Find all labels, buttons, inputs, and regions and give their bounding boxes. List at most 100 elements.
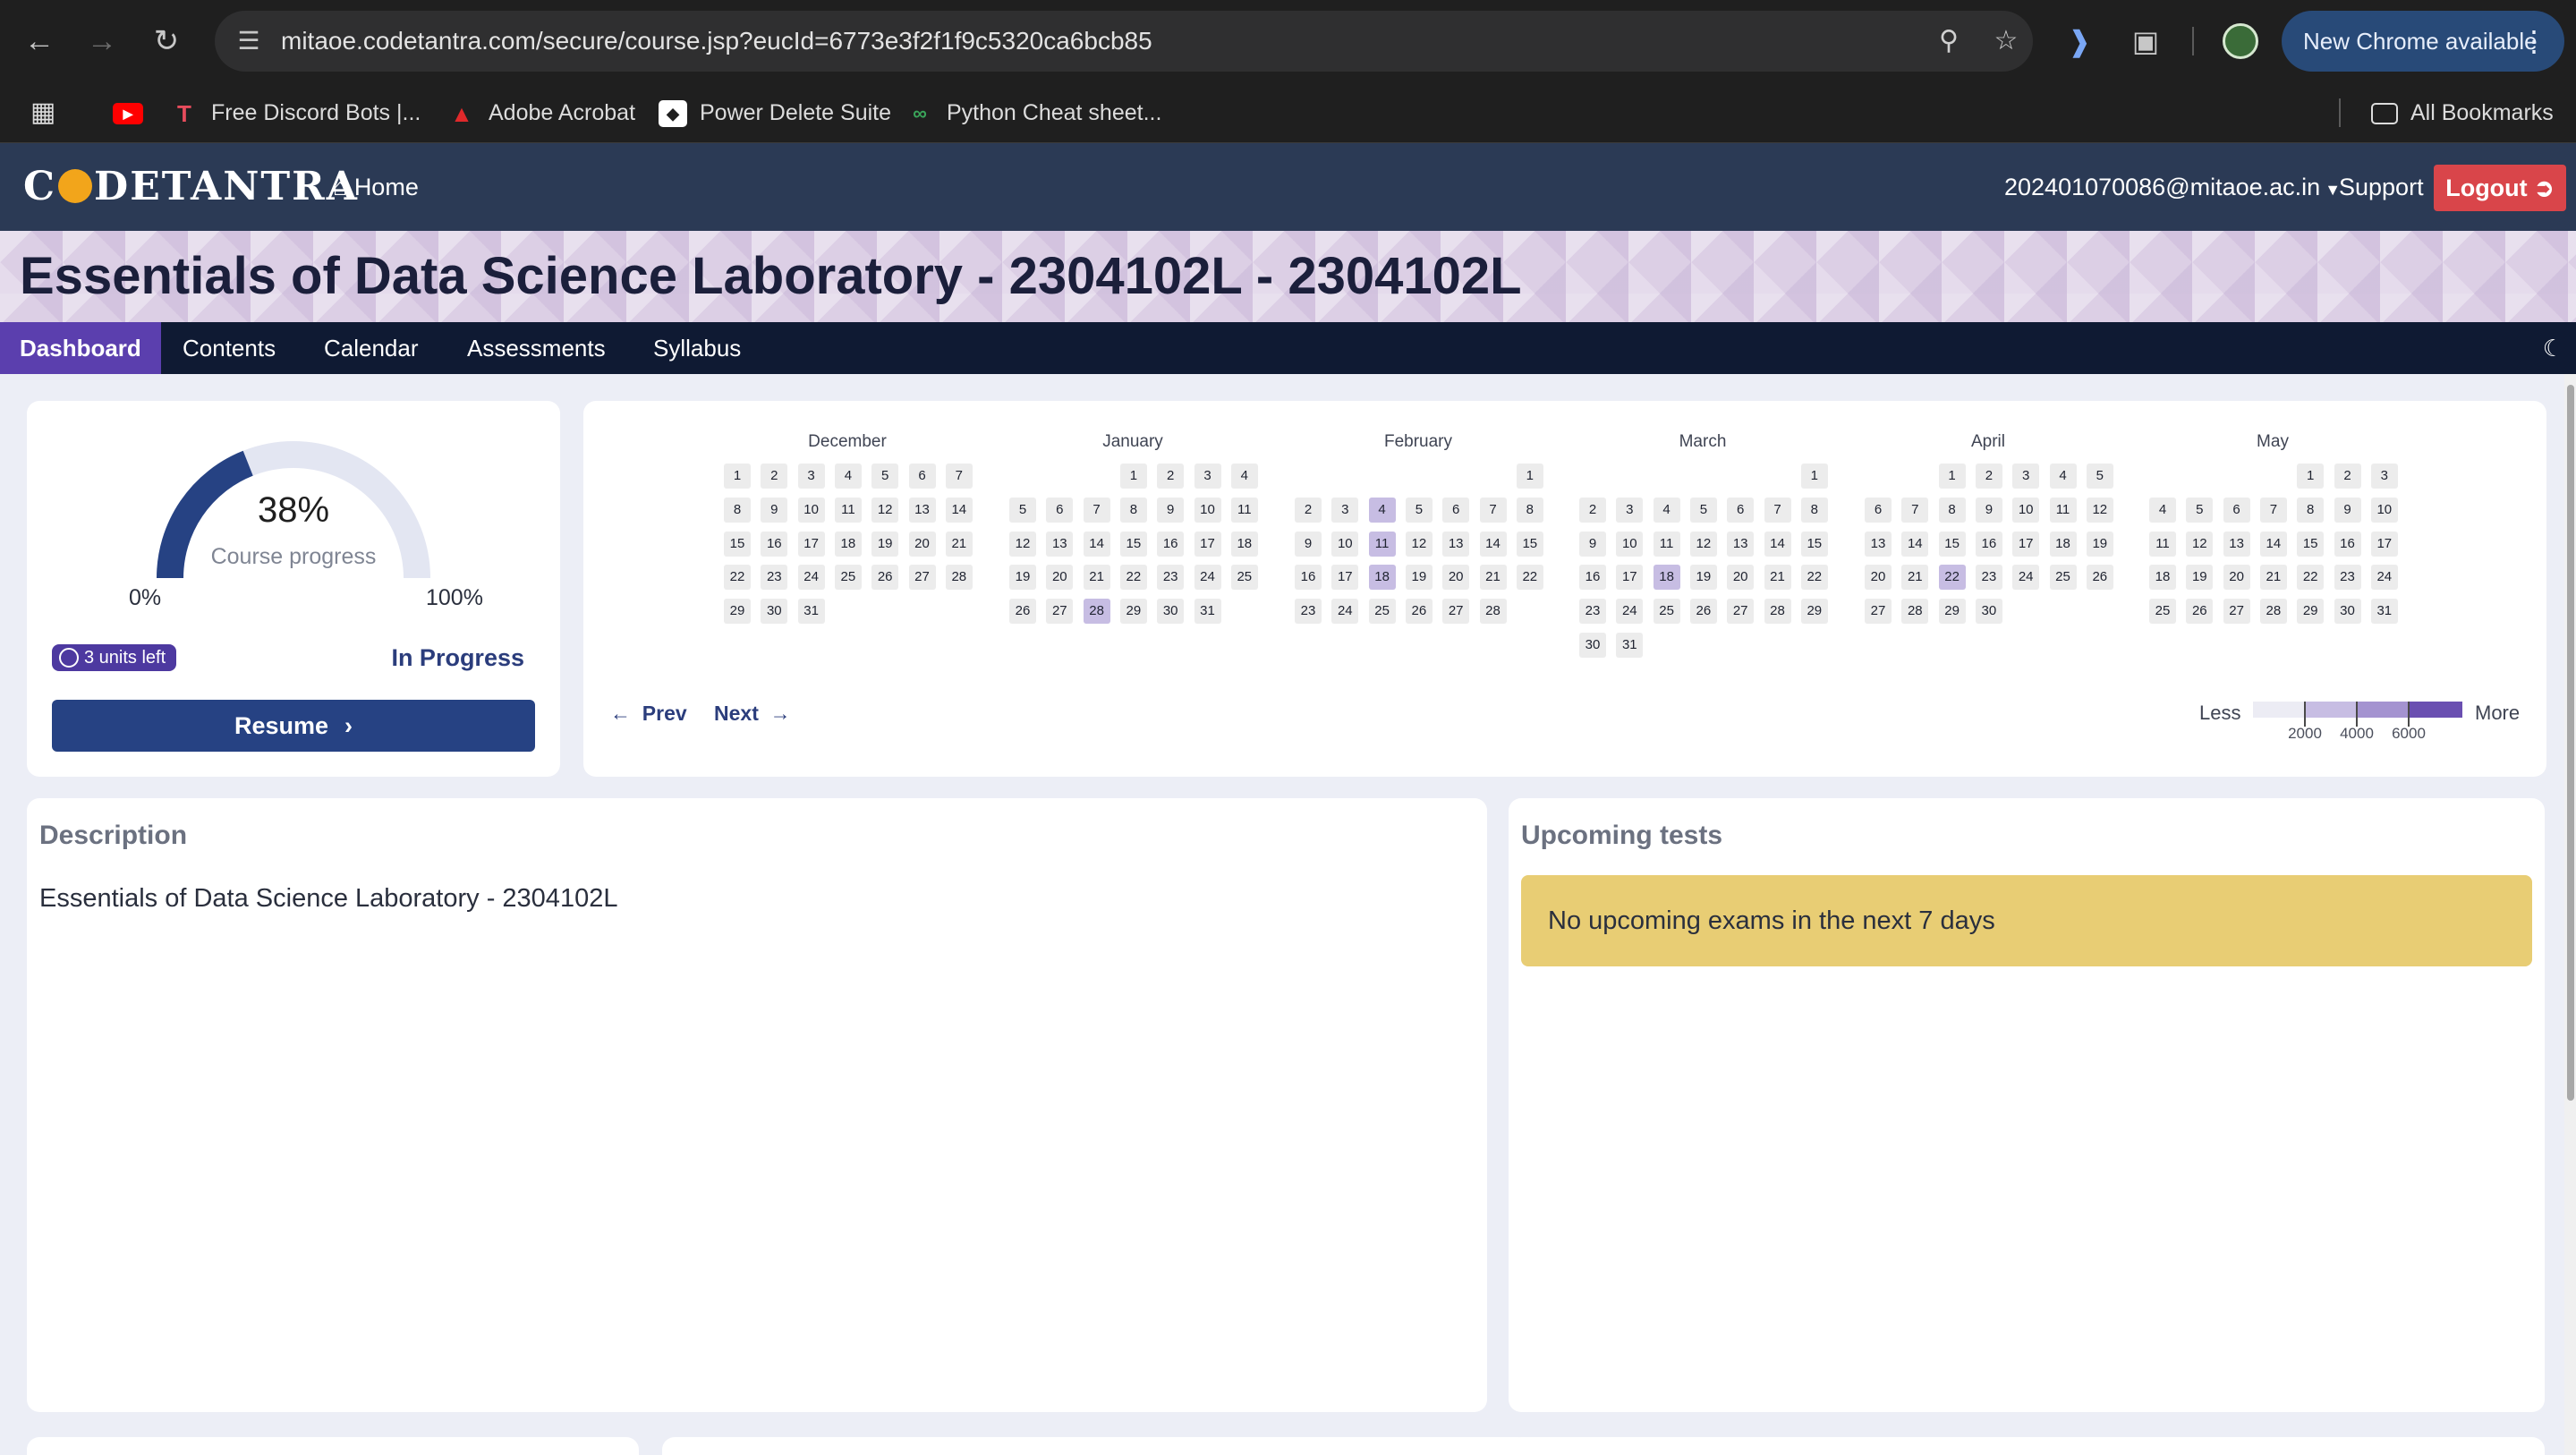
heatmap-day[interactable]: 14	[1901, 531, 1929, 557]
heatmap-day[interactable]: 21	[2259, 565, 2287, 591]
heatmap-day[interactable]: 9	[1579, 531, 1606, 557]
heatmap-day[interactable]: 27	[908, 565, 936, 591]
heatmap-day[interactable]: 23	[761, 565, 788, 591]
heatmap-day[interactable]: 1	[1800, 464, 1828, 489]
heatmap-day[interactable]: 28	[1083, 599, 1110, 625]
heatmap-day[interactable]: 11	[1368, 531, 1396, 557]
heatmap-day[interactable]: 17	[1616, 565, 1644, 591]
heatmap-day[interactable]: 1	[1119, 464, 1147, 489]
dark-mode-icon[interactable]: ☾	[2543, 322, 2563, 374]
heatmap-day[interactable]: 4	[1368, 497, 1396, 523]
heatmap-day[interactable]: 6	[908, 464, 936, 489]
bookmark-star-icon[interactable]: ☆	[1988, 23, 2024, 59]
heatmap-day[interactable]: 12	[1405, 531, 1433, 557]
heatmap-day[interactable]: 26	[871, 565, 899, 591]
scrollbar-thumb[interactable]	[2567, 385, 2574, 1101]
heatmap-day[interactable]: 10	[2012, 497, 2040, 523]
heatmap-day[interactable]: 14	[1083, 531, 1110, 557]
heatmap-day[interactable]: 3	[1331, 497, 1359, 523]
heatmap-day[interactable]: 21	[945, 531, 973, 557]
heatmap-day[interactable]: 2	[2334, 464, 2361, 489]
heatmap-day[interactable]: 25	[1653, 599, 1680, 625]
heatmap-day[interactable]: 3	[2370, 464, 2398, 489]
heatmap-day[interactable]: 20	[1442, 565, 1470, 591]
heatmap-day[interactable]: 15	[1938, 531, 1966, 557]
heatmap-day[interactable]: 23	[1295, 599, 1322, 625]
heatmap-day[interactable]: 11	[834, 497, 862, 523]
heatmap-day[interactable]: 27	[1046, 599, 1074, 625]
heatmap-day[interactable]: 30	[761, 599, 788, 625]
extensions-icon[interactable]: ▣	[2124, 20, 2167, 63]
back-arrow-icon[interactable]: ←	[18, 20, 61, 63]
heatmap-day[interactable]: 6	[1046, 497, 1074, 523]
heatmap-day[interactable]: 12	[1689, 531, 1717, 557]
heatmap-day[interactable]: 15	[1800, 531, 1828, 557]
heatmap-day[interactable]: 3	[2012, 464, 2040, 489]
tab-dashboard[interactable]: Dashboard	[0, 322, 161, 374]
heatmap-day[interactable]: 25	[1230, 565, 1258, 591]
heatmap-day[interactable]: 31	[2370, 599, 2398, 625]
heatmap-day[interactable]: 10	[1331, 531, 1359, 557]
heatmap-day[interactable]: 12	[1009, 531, 1036, 557]
heatmap-day[interactable]: 28	[1479, 599, 1507, 625]
heatmap-day[interactable]: 24	[2370, 565, 2398, 591]
heatmap-day[interactable]: 31	[1616, 633, 1644, 658]
heatmap-day[interactable]: 26	[1009, 599, 1036, 625]
heatmap-day[interactable]: 11	[2049, 497, 2077, 523]
heatmap-day[interactable]: 21	[1479, 565, 1507, 591]
heatmap-day[interactable]: 12	[2086, 497, 2113, 523]
heatmap-day[interactable]: 23	[1579, 599, 1606, 625]
heatmap-day[interactable]: 15	[1516, 531, 1543, 557]
tab-syllabus[interactable]: Syllabus	[633, 322, 761, 374]
resume-button[interactable]: Resume ›	[52, 700, 535, 752]
heatmap-day[interactable]: 18	[1653, 565, 1680, 591]
heatmap-day[interactable]: 10	[797, 497, 825, 523]
heatmap-day[interactable]: 2	[761, 464, 788, 489]
heatmap-day[interactable]: 3	[1194, 464, 1221, 489]
heatmap-day[interactable]: 6	[1442, 497, 1470, 523]
tab-calendar[interactable]: Calendar	[304, 322, 438, 374]
heatmap-day[interactable]: 9	[1975, 497, 2002, 523]
heatmap-day[interactable]: 7	[945, 464, 973, 489]
heatmap-day[interactable]: 7	[1083, 497, 1110, 523]
heatmap-day[interactable]: 22	[724, 565, 751, 591]
heatmap-day[interactable]: 30	[1157, 599, 1185, 625]
heatmap-day[interactable]: 11	[2149, 531, 2176, 557]
more-vert-icon[interactable]: ⋮	[2520, 11, 2548, 72]
heatmap-day[interactable]: 26	[2086, 565, 2113, 591]
heatmap-day[interactable]: 18	[2149, 565, 2176, 591]
heatmap-day[interactable]: 6	[2223, 497, 2250, 523]
heatmap-day[interactable]: 5	[1405, 497, 1433, 523]
codetantra-logo[interactable]: C DETANTRA	[23, 161, 359, 213]
heatmap-day[interactable]: 5	[1689, 497, 1717, 523]
heatmap-day[interactable]: 17	[2012, 531, 2040, 557]
bookmark-python-cheat[interactable]: ∞ Python Cheat sheet...	[905, 82, 1161, 143]
heatmap-day[interactable]: 21	[1901, 565, 1929, 591]
heatmap-day[interactable]: 19	[1405, 565, 1433, 591]
support-link[interactable]: Support	[2339, 165, 2424, 209]
heatmap-day[interactable]: 20	[908, 531, 936, 557]
heatmap-day[interactable]: 13	[1442, 531, 1470, 557]
chrome-update-button[interactable]: New Chrome available ⋮	[2282, 11, 2564, 72]
heatmap-day[interactable]: 30	[1579, 633, 1606, 658]
heatmap-day[interactable]: 20	[1727, 565, 1755, 591]
heatmap-day[interactable]: 17	[797, 531, 825, 557]
heatmap-day[interactable]: 22	[1119, 565, 1147, 591]
heatmap-day[interactable]: 5	[2086, 464, 2113, 489]
heatmap-day[interactable]: 4	[1230, 464, 1258, 489]
tab-contents[interactable]: Contents	[163, 322, 295, 374]
heatmap-day[interactable]: 24	[1194, 565, 1221, 591]
heatmap-day[interactable]: 11	[1230, 497, 1258, 523]
heatmap-day[interactable]: 26	[2186, 599, 2214, 625]
read-aloud-icon[interactable]: ❱	[2058, 20, 2101, 63]
heatmap-day[interactable]: 10	[1616, 531, 1644, 557]
heatmap-day[interactable]: 17	[1331, 565, 1359, 591]
heatmap-day[interactable]: 15	[1119, 531, 1147, 557]
heatmap-day[interactable]: 14	[1479, 531, 1507, 557]
heatmap-day[interactable]: 1	[1938, 464, 1966, 489]
heatmap-day[interactable]: 7	[1901, 497, 1929, 523]
heatmap-day[interactable]: 28	[1764, 599, 1791, 625]
heatmap-day[interactable]: 21	[1764, 565, 1791, 591]
heatmap-day[interactable]: 9	[1295, 531, 1322, 557]
heatmap-day[interactable]: 28	[2259, 599, 2287, 625]
